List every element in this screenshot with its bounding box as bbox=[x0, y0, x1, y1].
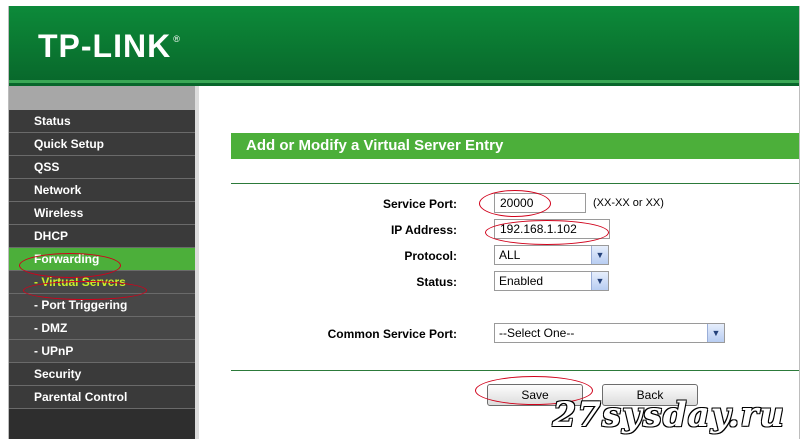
status-select[interactable]: Enabled ▼ bbox=[494, 271, 609, 291]
sidebar-item-parental-control[interactable]: Parental Control bbox=[9, 386, 195, 409]
sidebar-item-dmz[interactable]: - DMZ bbox=[9, 317, 195, 340]
sidebar-item-status[interactable]: Status bbox=[9, 110, 195, 133]
service-port-hint: (XX-XX or XX) bbox=[593, 197, 664, 209]
sidebar-item-virtual-servers[interactable]: - Virtual Servers bbox=[9, 271, 195, 294]
header-banner: TP-LINK ® bbox=[9, 6, 799, 86]
watermark-text: 27sysday.ru bbox=[552, 395, 785, 435]
router-admin-window: TP-LINK ® Status Quick Setup QSS Network … bbox=[8, 6, 800, 439]
sidebar-top-spacer bbox=[9, 86, 195, 110]
chevron-down-icon[interactable]: ▼ bbox=[591, 272, 608, 290]
header-stripe bbox=[9, 80, 799, 83]
protocol-label: Protocol: bbox=[404, 249, 457, 263]
sidebar-item-port-triggering[interactable]: - Port Triggering bbox=[9, 294, 195, 317]
sidebar-menu: Status Quick Setup QSS Network Wireless … bbox=[9, 86, 195, 439]
ip-address-input[interactable]: 192.168.1.102 bbox=[494, 219, 610, 239]
ip-address-label: IP Address: bbox=[390, 223, 457, 237]
service-port-input[interactable]: 20000 bbox=[494, 193, 586, 213]
top-separator bbox=[231, 183, 799, 184]
sidebar-item-quick-setup[interactable]: Quick Setup bbox=[9, 133, 195, 156]
common-service-port-select[interactable]: --Select One-- ▼ bbox=[494, 323, 725, 343]
service-port-label: Service Port: bbox=[382, 197, 457, 211]
page-title: Add or Modify a Virtual Server Entry bbox=[231, 133, 799, 159]
sidebar-item-security[interactable]: Security bbox=[9, 363, 195, 386]
status-label: Status: bbox=[416, 275, 457, 289]
chevron-down-icon[interactable]: ▼ bbox=[591, 246, 608, 264]
tp-link-logo: TP-LINK ® bbox=[38, 28, 181, 64]
chevron-down-icon[interactable]: ▼ bbox=[707, 324, 724, 342]
common-service-port-label: Common Service Port: bbox=[327, 327, 457, 341]
sidebar-item-upnp[interactable]: - UPnP bbox=[9, 340, 195, 363]
sidebar-item-dhcp[interactable]: DHCP bbox=[9, 225, 195, 248]
sidebar-item-qss[interactable]: QSS bbox=[9, 156, 195, 179]
protocol-select[interactable]: ALL ▼ bbox=[494, 245, 609, 265]
sidebar-item-forwarding[interactable]: Forwarding bbox=[9, 248, 195, 271]
sidebar-item-network[interactable]: Network bbox=[9, 179, 195, 202]
sidebar-item-wireless[interactable]: Wireless bbox=[9, 202, 195, 225]
main-content: Add or Modify a Virtual Server Entry Ser… bbox=[199, 86, 799, 439]
bottom-separator bbox=[231, 370, 799, 371]
